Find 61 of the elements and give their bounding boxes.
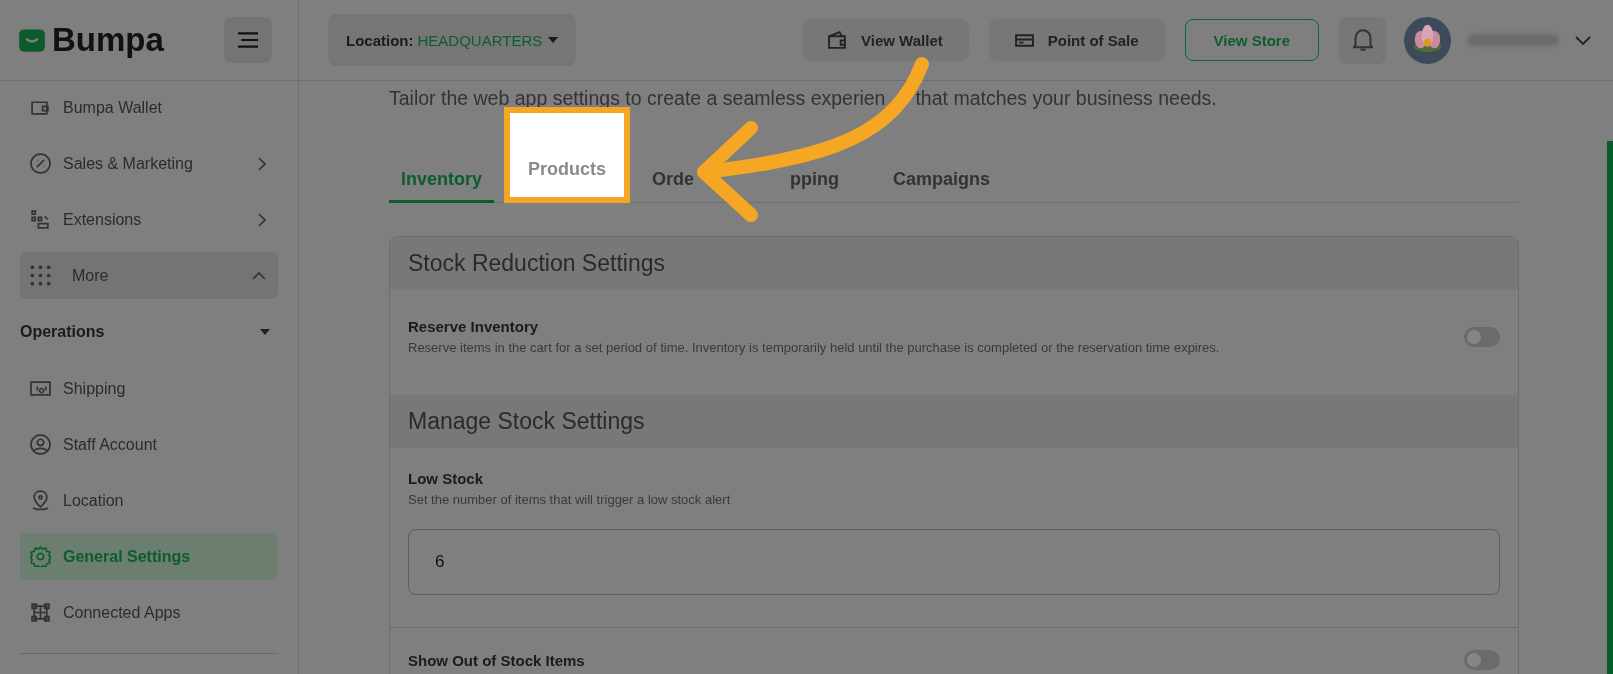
sidebar-item[interactable]: More xyxy=(20,252,278,299)
sidebar-icon xyxy=(30,490,51,511)
menu-button[interactable] xyxy=(224,17,272,63)
section-title[interactable]: Operations xyxy=(20,323,105,341)
sidebar-label: Bumpa Wallet xyxy=(63,98,162,117)
menu-icon xyxy=(238,32,258,48)
toggle-switch[interactable] xyxy=(1464,326,1500,347)
sidebar-label: Connected Apps xyxy=(63,603,181,622)
view-store-button[interactable]: View Store xyxy=(1184,19,1319,61)
section-title: Stock Reduction Settings xyxy=(408,250,665,276)
sidebar-item[interactable]: Location xyxy=(20,477,278,524)
sidebar-label: General Settings xyxy=(63,547,191,566)
avatar[interactable] xyxy=(1404,16,1451,64)
caret-icon[interactable] xyxy=(260,329,270,335)
tab[interactable]: pping xyxy=(778,155,852,203)
tab[interactable]: Inventory xyxy=(389,155,495,203)
number-field[interactable]: 6 xyxy=(408,529,1500,595)
sidebar-icon xyxy=(30,434,51,455)
chevron-down-icon[interactable] xyxy=(1575,35,1591,45)
section-title: Manage Stock Settings xyxy=(408,408,645,434)
sidebar-label: Staff Account xyxy=(63,435,157,454)
sidebar-icon xyxy=(30,153,51,174)
notification-button[interactable] xyxy=(1339,16,1386,64)
sidebar-item[interactable]: Connected Apps xyxy=(20,589,278,636)
location-selector[interactable]: Location: HEADQUARTERS xyxy=(328,14,577,66)
caret-icon xyxy=(548,37,559,43)
tab[interactable]: Products xyxy=(504,107,631,203)
scrollbar-thumb[interactable] xyxy=(1607,141,1613,674)
card-icon xyxy=(1014,31,1034,49)
sidebar-item[interactable]: Bumpa Wallet xyxy=(20,84,278,131)
tab[interactable]: Campaigns xyxy=(881,155,1003,203)
toggle-switch[interactable] xyxy=(1464,650,1500,670)
header-button[interactable]: Point of Sale xyxy=(988,19,1165,61)
sidebar-item[interactable]: General Settings xyxy=(20,533,278,580)
sidebar-item[interactable]: Shipping xyxy=(20,365,278,412)
sidebar-icon xyxy=(30,209,51,230)
setting-description: Reserve items in the cart for a set period of time. Inventory is temporarily held until the purchase is completed or the reservation time expires. xyxy=(408,340,1221,355)
setting-label: Show Out of Stock Items xyxy=(408,651,586,669)
setting-label: Reserve Inventory xyxy=(408,318,540,335)
setting-description: Set the number of items that will trigger a low stock alert xyxy=(408,492,732,507)
grid-icon xyxy=(30,265,51,286)
sidebar-icon xyxy=(30,602,51,623)
sidebar-item[interactable]: Sales & Marketing xyxy=(20,140,278,187)
sidebar-icon xyxy=(30,378,51,399)
sidebar-item[interactable]: Staff Account xyxy=(20,421,278,468)
chevron-right-icon xyxy=(258,212,266,227)
header-button[interactable]: View Wallet xyxy=(802,19,969,61)
chevron-right-icon xyxy=(258,156,266,171)
sidebar-label: Sales & Marketing xyxy=(63,154,193,173)
page-subtitle: that matches your business needs. xyxy=(915,87,1217,110)
sidebar-item[interactable]: Extensions xyxy=(20,196,278,243)
bell-icon xyxy=(1352,29,1373,51)
wallet-icon xyxy=(828,31,848,49)
tab[interactable]: Orde xyxy=(640,155,707,203)
sidebar-label: More xyxy=(72,266,109,285)
sidebar-label: Extensions xyxy=(63,210,142,229)
setting-label: Low Stock xyxy=(408,470,484,487)
logo-text: Bumpa xyxy=(52,21,164,59)
sidebar-label: Shipping xyxy=(63,379,126,398)
sidebar-label: Location xyxy=(63,491,124,510)
sidebar-icon xyxy=(30,546,51,567)
